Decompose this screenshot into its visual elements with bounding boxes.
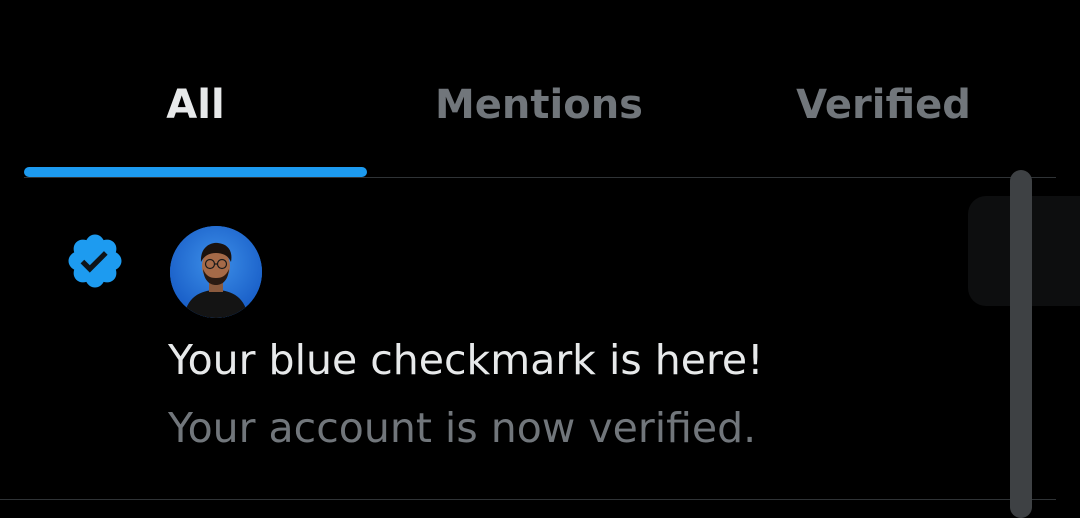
verified-badge-icon	[64, 230, 126, 292]
notification-body: Your account is now verified.	[168, 404, 757, 452]
tab-all[interactable]: All	[24, 0, 367, 177]
tab-all-label: All	[166, 82, 225, 128]
avatar[interactable]	[170, 226, 262, 318]
tab-mentions-label: Mentions	[434, 82, 643, 128]
notification-title: Your blue checkmark is here!	[168, 336, 764, 384]
tab-verified-label: Verified	[796, 82, 971, 128]
active-tab-indicator	[24, 167, 367, 177]
tab-verified[interactable]: Verified	[711, 0, 1056, 177]
notifications-screen: All Mentions Verified Your blue checkmar…	[0, 0, 1080, 518]
notification-tabs: All Mentions Verified	[24, 0, 1056, 178]
notification-item[interactable]: Your blue checkmark is here! Your accoun…	[0, 178, 1056, 500]
scrollbar[interactable]	[1010, 170, 1032, 518]
tab-mentions[interactable]: Mentions	[367, 0, 711, 177]
avatar-image	[170, 226, 262, 318]
